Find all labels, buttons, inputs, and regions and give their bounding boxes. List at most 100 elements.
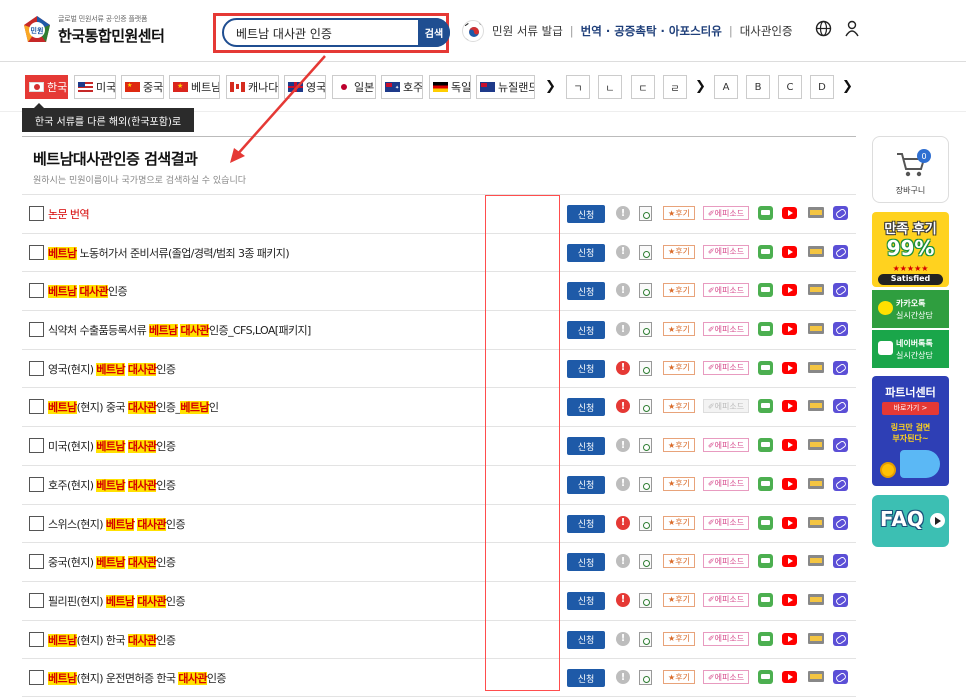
episode-button[interactable]: ✐에피소드	[703, 631, 749, 646]
row-title-link[interactable]: 호주(현지) 베트남 대사관인증	[48, 477, 176, 493]
document-search-icon[interactable]	[639, 244, 652, 260]
review-button[interactable]: ★후기	[663, 244, 695, 259]
youtube-icon[interactable]	[782, 671, 797, 684]
apply-button[interactable]: 신청	[567, 205, 605, 223]
info-alert-icon[interactable]: !	[616, 554, 630, 569]
link-icon[interactable]	[833, 476, 848, 491]
info-alert-icon[interactable]: !	[616, 592, 630, 607]
document-search-icon[interactable]	[639, 554, 652, 570]
document-search-icon[interactable]	[639, 592, 652, 608]
youtube-icon[interactable]	[782, 323, 797, 336]
country-tab-australia[interactable]: ✦ 호주	[381, 75, 423, 99]
info-alert-icon[interactable]: !	[616, 399, 630, 414]
chevron-right-icon[interactable]: ❯	[695, 79, 706, 94]
faq-button[interactable]: FAQ	[872, 495, 949, 547]
link-icon[interactable]	[833, 670, 848, 685]
nav-issue-docs[interactable]: 민원 서류 발급	[492, 23, 563, 39]
episode-button[interactable]: ✐에피소드	[703, 283, 749, 298]
apply-button[interactable]: 신청	[567, 398, 605, 417]
country-tab-germany[interactable]: 독일	[429, 75, 471, 99]
blog-icon[interactable]	[758, 322, 773, 337]
row-checkbox[interactable]	[29, 360, 44, 376]
episode-button[interactable]: ✐에피소드	[703, 322, 749, 337]
youtube-icon[interactable]	[782, 516, 797, 529]
row-title-link[interactable]: 베트남 대사관인증	[48, 283, 128, 299]
news-icon[interactable]	[808, 207, 824, 218]
apply-button[interactable]: 신청	[567, 282, 605, 301]
review-button[interactable]: ★후기	[663, 360, 695, 375]
consonant-tab[interactable]: ㄴ	[598, 75, 622, 99]
episode-button[interactable]: ✐에피소드	[703, 244, 749, 259]
youtube-icon[interactable]	[782, 555, 797, 568]
youtube-icon[interactable]	[782, 284, 797, 297]
chevron-right-icon[interactable]: ❯	[842, 79, 853, 94]
country-tab-newzealand[interactable]: 뉴질랜드	[476, 75, 535, 99]
review-button[interactable]: ★후기	[663, 283, 695, 298]
document-search-icon[interactable]	[639, 206, 652, 221]
row-title-link[interactable]: 식약처 수출품등록서류 베트남 대사관인증_CFS,LOA[패키지]	[48, 322, 311, 338]
link-icon[interactable]	[833, 554, 848, 569]
news-icon[interactable]	[808, 516, 824, 528]
document-search-icon[interactable]	[639, 631, 652, 647]
document-search-icon[interactable]	[639, 360, 652, 376]
cart-widget[interactable]: 0 장바구니	[872, 136, 949, 203]
review-button[interactable]: ★후기	[663, 670, 695, 685]
link-icon[interactable]	[833, 592, 848, 607]
info-alert-icon[interactable]: !	[616, 476, 630, 491]
row-title-link[interactable]: 중국(현지) 베트남 대사관인증	[48, 554, 176, 570]
row-title-link[interactable]: 베트남 노동허가서 준비서류(졸업/경력/범죄 3종 패키지)	[48, 245, 290, 261]
info-alert-icon[interactable]: !	[616, 283, 630, 298]
apply-button[interactable]: 신청	[567, 321, 605, 340]
row-checkbox[interactable]	[29, 438, 44, 454]
nav-translation[interactable]: 번역 · 공증촉탁 · 아포스티유	[581, 23, 722, 39]
news-icon[interactable]	[808, 593, 824, 605]
review-button[interactable]: ★후기	[663, 476, 695, 491]
youtube-icon[interactable]	[782, 632, 797, 645]
country-tab-vietnam[interactable]: ★ 베트남	[169, 75, 220, 99]
row-checkbox[interactable]	[29, 515, 44, 531]
blog-icon[interactable]	[758, 592, 773, 607]
row-checkbox[interactable]	[29, 631, 44, 647]
document-search-icon[interactable]	[639, 670, 652, 686]
link-icon[interactable]	[833, 631, 848, 646]
review-button[interactable]: ★후기	[663, 592, 695, 607]
row-title-link[interactable]: 미국(현지) 베트남 대사관인증	[48, 438, 176, 454]
news-icon[interactable]	[808, 361, 824, 373]
blog-icon[interactable]	[758, 554, 773, 569]
link-icon[interactable]	[833, 399, 848, 414]
row-checkbox[interactable]	[29, 554, 44, 570]
row-title-link[interactable]: 영국(현지) 베트남 대사관인증	[48, 361, 176, 377]
info-alert-icon[interactable]: !	[616, 244, 630, 259]
episode-button[interactable]: ✐에피소드	[703, 206, 749, 220]
blog-icon[interactable]	[758, 244, 773, 259]
apply-button[interactable]: 신청	[567, 475, 605, 494]
info-alert-icon[interactable]: !	[616, 631, 630, 646]
info-alert-icon[interactable]: !	[616, 322, 630, 337]
blog-icon[interactable]	[758, 206, 773, 220]
blog-icon[interactable]	[758, 515, 773, 530]
news-icon[interactable]	[808, 555, 824, 567]
youtube-icon[interactable]	[782, 245, 797, 258]
review-button[interactable]: ★후기	[663, 206, 695, 220]
apply-button[interactable]: 신청	[567, 591, 605, 610]
site-logo[interactable]: 민원 글로벌 민원서류 공·인증 플랫폼 한국통합민원센터	[22, 14, 165, 46]
letter-tab[interactable]: B	[746, 75, 770, 99]
news-icon[interactable]	[808, 632, 824, 644]
consonant-tab[interactable]: ㄷ	[631, 75, 655, 99]
row-title-link[interactable]: 베트남(현지) 한국 대사관인증	[48, 632, 176, 648]
news-icon[interactable]	[808, 671, 824, 683]
country-tab-korea[interactable]: 한국	[25, 75, 68, 99]
partner-center-banner[interactable]: 파트너센터 바로가기 > 링크만 걸면 부자된다~	[872, 376, 949, 486]
document-search-icon[interactable]	[639, 476, 652, 492]
link-icon[interactable]	[833, 360, 848, 375]
youtube-icon[interactable]	[782, 477, 797, 490]
news-icon[interactable]	[808, 400, 824, 412]
blog-icon[interactable]	[758, 360, 773, 375]
link-icon[interactable]	[833, 206, 848, 220]
apply-button[interactable]: 신청	[567, 514, 605, 533]
letter-tab[interactable]: C	[778, 75, 802, 99]
blog-icon[interactable]	[758, 670, 773, 685]
nav-embassy[interactable]: 대사관인증	[740, 23, 793, 39]
info-alert-icon[interactable]: !	[616, 206, 630, 220]
apply-button[interactable]: 신청	[567, 359, 605, 378]
